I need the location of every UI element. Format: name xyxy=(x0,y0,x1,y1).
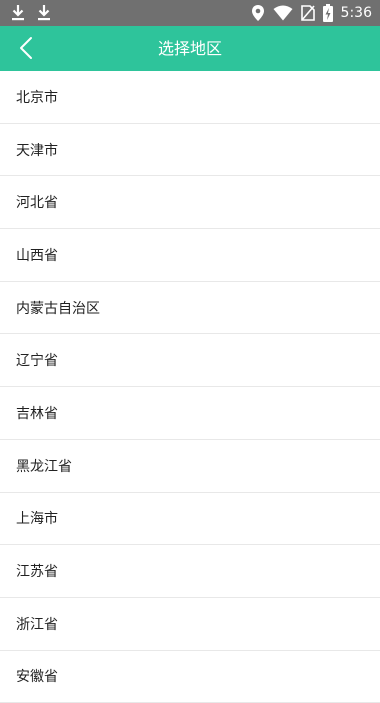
page-title: 选择地区 xyxy=(157,39,222,58)
status-right-icons: 5:36 xyxy=(251,3,372,23)
battery-charging-icon xyxy=(322,4,333,22)
download-icon xyxy=(12,5,24,21)
region-item-jilin[interactable]: 吉林省 xyxy=(0,387,380,440)
no-sim-icon xyxy=(300,5,315,21)
region-item-liaoning[interactable]: 辽宁省 xyxy=(0,334,380,388)
location-icon xyxy=(251,5,264,21)
region-item-inner-mongolia[interactable]: 内蒙古自治区 xyxy=(0,281,380,335)
status-time: 5:36 xyxy=(340,5,372,21)
region-item-shanxi[interactable]: 山西省 xyxy=(0,229,380,282)
region-item-zhejiang[interactable]: 浙江省 xyxy=(0,597,380,651)
app-bar: 选择地区 xyxy=(0,26,380,71)
status-bar: 5:36 xyxy=(0,0,380,26)
region-item-anhui[interactable]: 安徽省 xyxy=(0,650,380,703)
back-button[interactable] xyxy=(8,30,44,66)
region-item-tianjin[interactable]: 天津市 xyxy=(0,123,380,177)
wifi-icon xyxy=(273,5,293,21)
region-item-beijing[interactable]: 北京市 xyxy=(0,71,380,124)
status-left-icons xyxy=(10,4,52,22)
chevron-left-icon xyxy=(20,37,32,59)
region-item-shanghai[interactable]: 上海市 xyxy=(0,492,380,546)
region-item-hebei[interactable]: 河北省 xyxy=(0,176,380,230)
region-list: 北京市 天津市 河北省 山西省 内蒙古自治区 辽宁省 吉林省 黑龙江省 上海市 … xyxy=(0,71,380,703)
region-item-jiangsu[interactable]: 江苏省 xyxy=(0,545,380,598)
download-icon xyxy=(38,5,50,21)
region-item-heilongjiang[interactable]: 黑龙江省 xyxy=(0,439,380,493)
